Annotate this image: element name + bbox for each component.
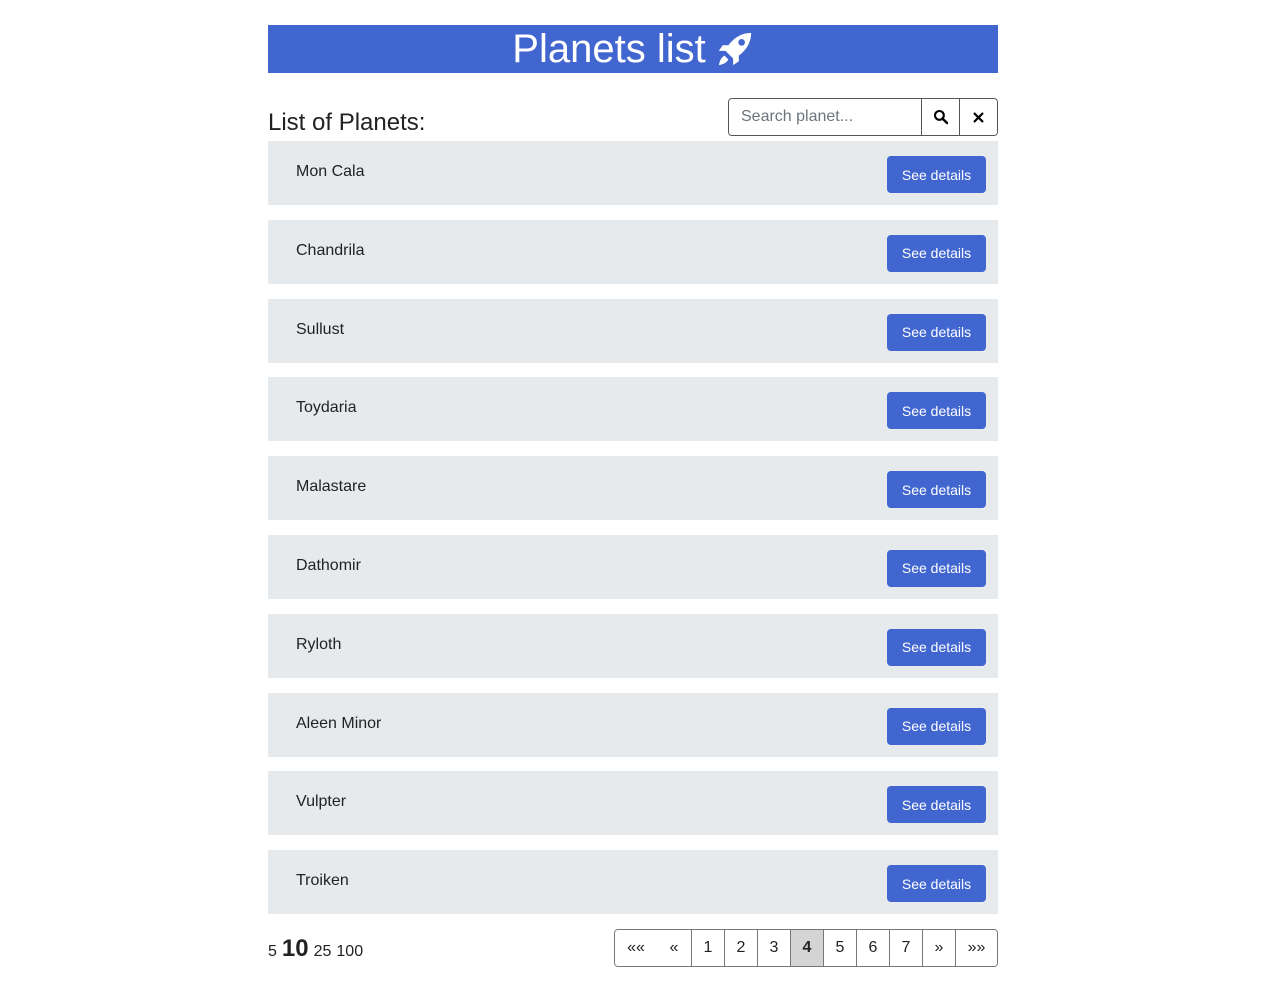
planet-row: Chandrila See details — [268, 219, 998, 284]
search-button[interactable] — [921, 99, 959, 135]
planet-list: Mon Cala See details Chandrila See detai… — [268, 141, 998, 929]
planet-row: Aleen Minor See details — [268, 692, 998, 757]
search-icon — [933, 109, 948, 125]
search-bar — [728, 98, 998, 136]
planet-row: Sullust See details — [268, 298, 998, 363]
planet-row: Dathomir See details — [268, 534, 998, 599]
see-details-button[interactable]: See details — [887, 628, 986, 666]
planet-row: Malastare See details — [268, 456, 998, 521]
page-button-7[interactable]: 7 — [889, 930, 922, 966]
planet-row: Vulpter See details — [268, 771, 998, 836]
planet-name: Dathomir — [296, 556, 361, 574]
see-details-button[interactable]: See details — [887, 234, 986, 272]
see-details-button[interactable]: See details — [887, 313, 986, 351]
planet-name: Mon Cala — [296, 163, 365, 180]
first-page-button[interactable]: «« — [615, 930, 657, 966]
see-details-button[interactable]: See details — [887, 156, 986, 193]
page-size-option-10[interactable]: 10 — [282, 935, 309, 963]
planet-name: Sullust — [296, 320, 345, 338]
page-size-option-25[interactable]: 25 — [314, 943, 332, 961]
see-details-button[interactable]: See details — [887, 471, 986, 509]
planet-name: Vulpter — [296, 793, 347, 811]
page-button-5[interactable]: 5 — [823, 930, 856, 966]
page-button-2[interactable]: 2 — [724, 930, 757, 966]
last-page-button[interactable]: »» — [955, 930, 997, 966]
see-details-button[interactable]: See details — [887, 865, 986, 903]
list-heading: List of Planets: — [268, 109, 426, 136]
see-details-button[interactable]: See details — [887, 707, 986, 745]
page-size-selector: 5 10 25 100 — [268, 935, 363, 963]
planet-name: Toydaria — [296, 399, 357, 417]
page-button-6[interactable]: 6 — [856, 930, 889, 966]
page-button-4[interactable]: 4 — [790, 930, 823, 966]
planet-row: Mon Cala See details — [268, 141, 998, 205]
page-size-option-5[interactable]: 5 — [268, 943, 277, 961]
planet-row: Ryloth See details — [268, 613, 998, 678]
next-page-button[interactable]: » — [922, 930, 955, 966]
page-title: Planets list — [512, 27, 706, 71]
search-input[interactable] — [729, 99, 921, 135]
planet-row: Toydaria See details — [268, 377, 998, 442]
page-button-1[interactable]: 1 — [691, 930, 724, 966]
see-details-button[interactable]: See details — [887, 392, 986, 430]
close-icon — [973, 111, 984, 123]
see-details-button[interactable]: See details — [887, 786, 986, 824]
page-button-3[interactable]: 3 — [757, 930, 790, 966]
planet-name: Malastare — [296, 478, 367, 496]
rocket-icon — [716, 30, 754, 68]
planet-row: Troiken See details — [268, 850, 998, 915]
previous-page-button[interactable]: « — [657, 930, 691, 966]
planet-name: Troiken — [296, 872, 349, 890]
see-details-button[interactable]: See details — [887, 549, 986, 587]
page-header: Planets list — [268, 25, 998, 73]
planet-name: Ryloth — [296, 635, 342, 653]
planet-name: Chandrila — [296, 241, 365, 259]
app-container: Planets list List of Planets: Search pla… — [268, 25, 998, 967]
planet-name: Aleen Minor — [296, 714, 382, 732]
pagination: «« « 1 2 3 4 5 6 7 » »» — [614, 929, 998, 967]
page-size-option-100[interactable]: 100 — [336, 943, 363, 961]
list-footer: 5 10 25 100 «« « 1 2 3 4 5 6 7 » »» — [268, 929, 998, 967]
clear-search-button[interactable] — [959, 99, 997, 135]
